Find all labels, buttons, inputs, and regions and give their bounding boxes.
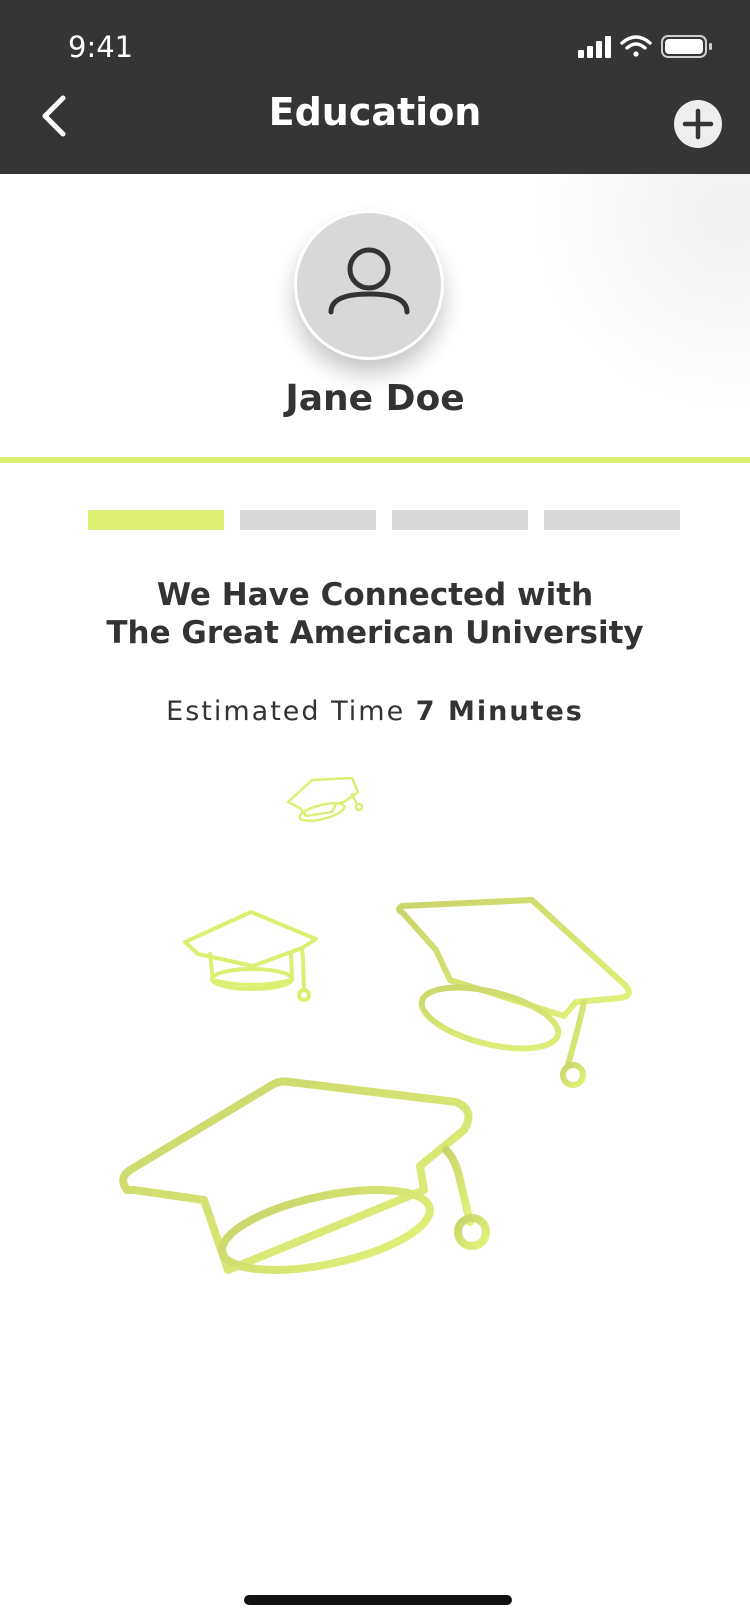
battery-icon — [661, 35, 712, 58]
profile-name: Jane Doe — [285, 378, 465, 419]
estimated-time: Estimated Time 7 Minutes — [0, 696, 750, 727]
graduation-cap-icon — [286, 776, 364, 822]
divider — [0, 457, 750, 463]
app-header: 9:41 Education — [0, 0, 750, 174]
user-icon — [328, 247, 410, 315]
progress-step-2 — [240, 510, 376, 530]
progress-step-3 — [392, 510, 528, 530]
graduation-caps-illustration — [119, 776, 632, 1274]
estimated-time-value: 7 Minutes — [415, 696, 584, 727]
page-title: Education — [268, 90, 482, 134]
status-icons — [578, 35, 712, 58]
wifi-icon — [620, 35, 652, 57]
graduation-cap-icon — [183, 910, 318, 1002]
heading-line-1: We Have Connected with — [156, 577, 594, 613]
graduation-cap-icon — [396, 897, 632, 1088]
home-indicator[interactable] — [244, 1595, 512, 1605]
progress-step-4 — [544, 510, 680, 530]
cellular-signal-icon — [578, 36, 611, 58]
plus-circle-icon — [674, 100, 722, 148]
estimated-time-label: Estimated Time — [166, 696, 406, 727]
profile-section: Jane Doe — [0, 174, 750, 460]
add-button[interactable] — [674, 100, 722, 148]
progress-step-1 — [88, 510, 224, 530]
heading-line-2: The Great American University — [106, 615, 644, 651]
avatar[interactable] — [294, 210, 444, 360]
connection-heading: We Have Connected with The Great America… — [0, 576, 750, 652]
graduation-cap-icon — [119, 1077, 490, 1274]
progress-indicator — [88, 510, 680, 530]
status-time: 9:41 — [68, 30, 134, 64]
